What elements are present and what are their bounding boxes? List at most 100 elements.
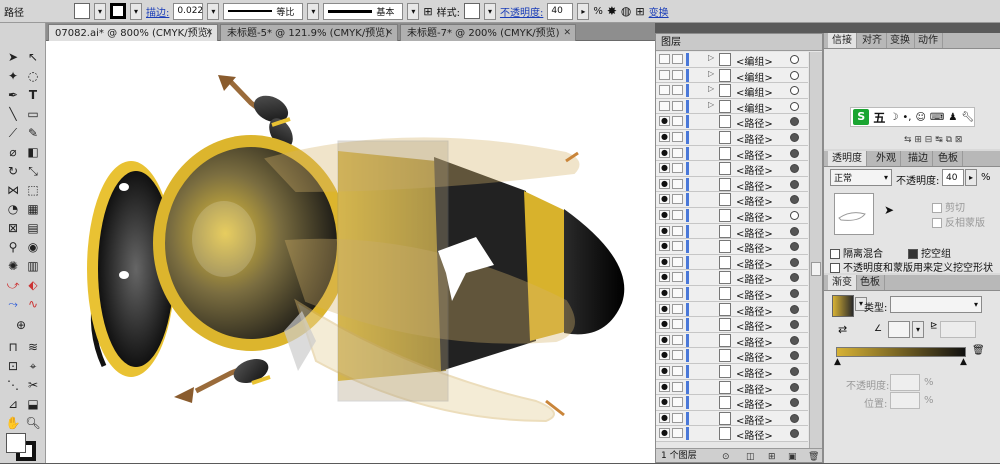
target-circle-icon[interactable] (790, 351, 799, 361)
layer-name[interactable]: <路径> (736, 334, 773, 349)
tab-shortcut[interactable]: 信接 (828, 33, 857, 48)
lock-toggle[interactable] (672, 350, 683, 361)
isolate-blending-option[interactable]: 隔离混合 (830, 245, 883, 260)
define-knockout-option[interactable]: 不透明度和蒙版用来定义挖空形状 (830, 259, 993, 274)
layer-row[interactable]: ● <路径> (656, 192, 808, 208)
live-paint-select-tool-icon[interactable]: ⬖ (24, 277, 42, 293)
zoom-tool-icon[interactable]: 🔍︎ (24, 415, 42, 431)
line-tool-icon[interactable]: ╲ (4, 106, 22, 122)
opacity-dropdown[interactable]: ▸ (577, 2, 590, 20)
live-paint-tool-icon[interactable]: ⤻ (4, 277, 22, 293)
grid-icon[interactable]: ⊞ (423, 5, 432, 18)
layer-name[interactable]: <路径> (736, 147, 773, 162)
gradient-opacity-input[interactable] (890, 374, 920, 391)
target-circle-icon[interactable] (790, 242, 799, 252)
opacity-input[interactable]: 40 (942, 169, 964, 186)
lock-toggle[interactable] (672, 241, 683, 252)
punctuation-icon[interactable]: •, (902, 112, 911, 123)
delete-stop-icon[interactable]: 🗑︎ (972, 345, 985, 356)
layer-row[interactable]: ▷ <编组> (656, 98, 808, 115)
visibility-eye-icon[interactable]: ● (659, 319, 670, 330)
tab-gradient[interactable]: 渐变 (828, 275, 857, 290)
clip-checkbox[interactable] (932, 203, 942, 213)
gradient-type-select[interactable]: ▾ (890, 296, 982, 313)
pencil-tool-icon[interactable]: ✎ (24, 125, 42, 141)
width-tool-icon[interactable]: ⋈ (4, 182, 22, 198)
visibility-eye-icon[interactable]: ● (659, 210, 670, 220)
layers-scrollbar[interactable] (809, 52, 822, 448)
hand-tool-icon[interactable]: ✋ (4, 415, 22, 431)
expand-triangle-icon[interactable]: ▷ (708, 84, 714, 93)
visibility-eye-icon[interactable]: ● (659, 303, 670, 314)
target-circle-icon[interactable] (790, 101, 799, 111)
layer-name[interactable]: <路径> (736, 365, 773, 380)
pen-tool-icon[interactable]: ✒ (4, 87, 22, 103)
gradient-slider[interactable] (836, 347, 966, 357)
tab-stroke[interactable]: 描边 (904, 151, 933, 166)
layer-row[interactable]: ● <路径> (656, 239, 808, 255)
target-circle-icon[interactable] (790, 70, 799, 80)
gradient-tool-icon[interactable]: ▤ (24, 220, 42, 236)
target-circle-icon[interactable] (790, 273, 799, 283)
lock-toggle[interactable] (672, 116, 683, 127)
layer-name[interactable]: <路径> (736, 318, 773, 333)
layer-row[interactable]: ▷ <编组> (656, 52, 808, 68)
close-icon[interactable]: ✕ (205, 25, 213, 41)
layer-name[interactable]: <路径> (736, 115, 773, 130)
visibility-eye-icon[interactable]: ● (659, 412, 670, 423)
column-graph-tool-icon[interactable]: ▥ (24, 258, 42, 274)
opacity-link[interactable]: 不透明度: (500, 4, 543, 19)
expand-triangle-icon[interactable]: ▷ (708, 100, 714, 109)
new-sublayer-icon[interactable]: ⊞ (768, 450, 776, 464)
target-circle-icon[interactable] (790, 367, 799, 376)
smooth-tool-icon[interactable]: ∿ (24, 296, 42, 312)
layer-row[interactable]: ● <路径> (656, 114, 808, 130)
lock-toggle[interactable] (672, 397, 683, 408)
tab-transform[interactable]: 变换 (886, 33, 915, 48)
layer-name[interactable]: <路径> (736, 178, 773, 193)
aspect-input[interactable] (940, 321, 976, 338)
magic-wand-tool-icon[interactable]: ✦ (4, 68, 22, 84)
target-circle-icon[interactable] (790, 413, 799, 423)
stroke-link[interactable]: 描边: (146, 4, 169, 19)
ime-mode-label[interactable]: 五 (873, 109, 885, 126)
target-circle-icon[interactable] (790, 398, 799, 408)
layer-name[interactable]: <路径> (736, 256, 773, 271)
style-dropdown[interactable]: ▾ (483, 2, 496, 20)
lock-toggle[interactable] (672, 334, 683, 345)
blob-brush-tool-icon[interactable]: ⌀ (4, 144, 22, 160)
brush-dropdown[interactable]: ▾ (407, 2, 420, 20)
layer-name[interactable]: <路径> (736, 303, 773, 318)
target-circle-icon[interactable] (790, 164, 799, 174)
skin-icon[interactable]: ♟ (948, 112, 957, 123)
stroke-weight-field[interactable]: 0.022 (173, 2, 204, 20)
visibility-eye-icon[interactable] (659, 100, 670, 111)
gradient-swatch[interactable] (832, 295, 854, 317)
profile-select[interactable]: 等比 (223, 2, 304, 20)
lock-toggle[interactable] (672, 147, 683, 158)
style-swatch[interactable] (463, 3, 480, 19)
symbol-sprayer-tool-icon[interactable]: ✺ (4, 258, 22, 274)
knockout-checkbox[interactable] (908, 249, 918, 259)
visibility-eye-icon[interactable]: ● (659, 256, 670, 267)
blend-tool-icon[interactable]: ◉ (24, 239, 42, 255)
stroke-weight-dropdown[interactable]: ▾ (207, 2, 220, 20)
object-thumbnail[interactable] (834, 193, 874, 235)
visibility-eye-icon[interactable]: ● (659, 194, 670, 205)
rotate-tool-icon[interactable]: ↻ (4, 163, 22, 179)
layer-name[interactable]: <路径> (736, 240, 773, 255)
target-circle-icon[interactable] (790, 429, 799, 439)
ime-toolbar[interactable]: S 五 ☽ •, ☺ ⌨ ♟ 🔧︎ (850, 107, 975, 127)
delete-layer-icon[interactable]: 🗑︎ (808, 450, 819, 464)
layer-name[interactable]: <路径> (736, 349, 773, 364)
lock-toggle[interactable] (672, 194, 683, 205)
transform-link[interactable]: 变换 (649, 4, 669, 19)
recolor-icon[interactable]: ✸ (607, 4, 617, 18)
layer-row[interactable]: ● <路径> (656, 426, 808, 442)
visibility-eye-icon[interactable]: ● (659, 116, 670, 127)
globe-icon[interactable]: ◍ (621, 4, 631, 18)
perspective-grid-tool-icon[interactable]: ▦ (24, 201, 42, 217)
tab-align[interactable]: 对齐 (858, 33, 887, 48)
visibility-eye-icon[interactable]: ● (659, 272, 670, 283)
lock-toggle[interactable] (672, 303, 683, 314)
